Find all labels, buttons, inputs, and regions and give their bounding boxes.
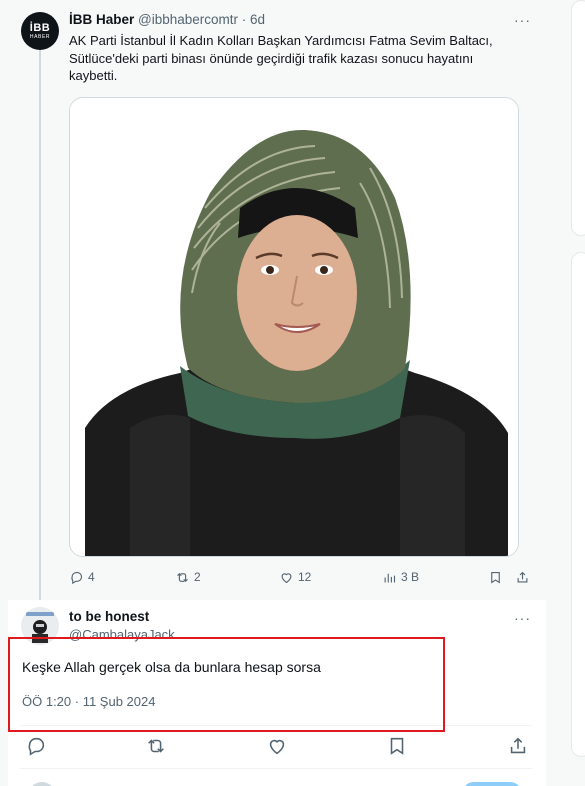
reply-button[interactable]: 4 bbox=[69, 566, 95, 588]
tweet-time[interactable]: · 6d bbox=[242, 12, 265, 27]
tweet-actions: 4 2 12 3 B bbox=[69, 566, 531, 588]
repost-icon[interactable] bbox=[145, 735, 167, 757]
portrait-image bbox=[70, 98, 518, 556]
sidebar-panel-top bbox=[571, 0, 585, 236]
views-count: 3 B bbox=[401, 570, 420, 584]
bookmark-button[interactable] bbox=[488, 566, 503, 588]
bookmark-icon bbox=[491, 571, 500, 584]
author-name[interactable]: to be honest bbox=[69, 609, 149, 624]
bookmark-icon[interactable] bbox=[386, 735, 408, 757]
tweet-header: İBB Haber @ibbhabercomtr · 6d bbox=[69, 12, 265, 27]
page: İBB HABER İBB Haber @ibbhabercomtr · 6d … bbox=[0, 0, 585, 786]
reply-icon bbox=[71, 571, 83, 584]
reply-count: 4 bbox=[88, 570, 95, 584]
like-button[interactable]: 12 bbox=[279, 566, 311, 588]
share-icon[interactable] bbox=[507, 735, 529, 757]
author-handle[interactable]: @ibbhabercomtr bbox=[138, 12, 238, 27]
author-name[interactable]: İBB Haber bbox=[69, 12, 134, 27]
more-options-icon[interactable]: ··· bbox=[514, 610, 531, 626]
more-options-icon[interactable]: ··· bbox=[514, 12, 531, 28]
heart-icon bbox=[281, 572, 292, 583]
heart-icon[interactable] bbox=[266, 735, 288, 757]
tweet-text: AK Parti İstanbul İl Kadın Kolları Başka… bbox=[69, 33, 493, 83]
avatar-logo-text: İBB bbox=[29, 21, 51, 34]
sidebar-panel-bottom bbox=[571, 252, 585, 757]
reply-icon[interactable] bbox=[25, 735, 47, 757]
tweet-photo[interactable] bbox=[69, 97, 519, 557]
avatar-logo-subtext: HABER bbox=[29, 33, 51, 40]
divider bbox=[20, 768, 532, 769]
tweet-actions bbox=[20, 735, 532, 759]
repost-button[interactable]: 2 bbox=[175, 566, 201, 588]
reply-submit-button[interactable] bbox=[462, 782, 522, 786]
views-icon bbox=[384, 573, 396, 582]
highlight-box bbox=[8, 637, 445, 732]
repost-icon bbox=[177, 572, 188, 582]
like-count: 12 bbox=[298, 570, 312, 584]
thread-line bbox=[39, 46, 41, 602]
share-button[interactable] bbox=[515, 566, 530, 588]
avatar[interactable]: İBB HABER bbox=[21, 12, 59, 50]
views-button[interactable]: 3 B bbox=[382, 566, 419, 588]
share-icon bbox=[517, 571, 528, 582]
repost-count: 2 bbox=[194, 570, 201, 584]
